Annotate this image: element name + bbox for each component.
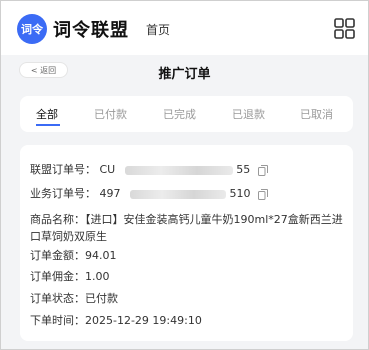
order-time-row: 下单时间：2025-12-29 19:49:10 (30, 314, 202, 328)
brand-name[interactable]: 词令联盟 (53, 16, 129, 42)
tab-all[interactable]: 全部 (36, 106, 58, 122)
business-order-suffix: 510 (229, 187, 251, 200)
copy-icon[interactable] (258, 188, 268, 200)
order-time-label: 下单时间： (30, 314, 85, 327)
status-row: 订单状态：已付款 (30, 292, 118, 306)
order-time-value: 2025-12-29 19:49:10 (85, 314, 202, 327)
union-order-label: 联盟订单号： (30, 163, 96, 176)
tab-completed[interactable]: 已完成 (163, 106, 196, 122)
nav-home-link[interactable]: 首页 (146, 21, 170, 38)
page-title: 推广订单 (158, 67, 211, 82)
business-order-prefix: 497 (99, 187, 121, 200)
goods-label: 商品名称： (30, 213, 85, 226)
amount-row: 订单金额：94.01 (30, 249, 117, 263)
union-order-row: 联盟订单号： CU 55 (30, 163, 268, 177)
grid-menu-icon[interactable] (334, 18, 355, 39)
logo-text: 词令 (21, 23, 43, 36)
order-status-tabs: 全部 已付款 已完成 已退款 已取消 (20, 96, 353, 132)
commission-row: 订单佣金：1.00 (30, 270, 110, 284)
amount-label: 订单金额： (30, 249, 85, 262)
tab-refunded[interactable]: 已退款 (232, 106, 265, 122)
business-order-masked (130, 189, 226, 199)
copy-icon[interactable] (257, 164, 268, 176)
commission-label: 订单佣金： (30, 270, 85, 283)
business-order-row: 业务订单号： 497 510 (30, 187, 268, 201)
business-order-label: 业务订单号： (30, 187, 96, 200)
tab-cancelled[interactable]: 已取消 (300, 106, 333, 122)
goods-name-row: 商品名称：【进口】安佳金装高钙儿童牛奶190ml*27盒新西兰进口草饲奶双原生 (30, 211, 350, 245)
tab-paid[interactable]: 已付款 (94, 106, 127, 122)
status-label: 订单状态： (30, 292, 85, 305)
union-order-prefix: CU (99, 163, 116, 176)
status-value: 已付款 (85, 292, 118, 305)
order-card: 联盟订单号： CU 55 业务订单号： 497 510 商品名称：【进口】安佳金… (20, 145, 353, 341)
active-tab-indicator (36, 124, 60, 126)
top-bar: 词令 词令联盟 首页 (1, 1, 368, 55)
logo-icon[interactable]: 词令 (17, 14, 47, 44)
app-window: 词令 词令联盟 首页 < 返回 推广订单 全部 已付款 已完成 已退款 已取消 … (0, 0, 369, 350)
union-order-masked (124, 165, 233, 175)
union-order-suffix: 55 (236, 163, 251, 176)
amount-value: 94.01 (85, 249, 117, 262)
commission-value: 1.00 (85, 270, 110, 283)
